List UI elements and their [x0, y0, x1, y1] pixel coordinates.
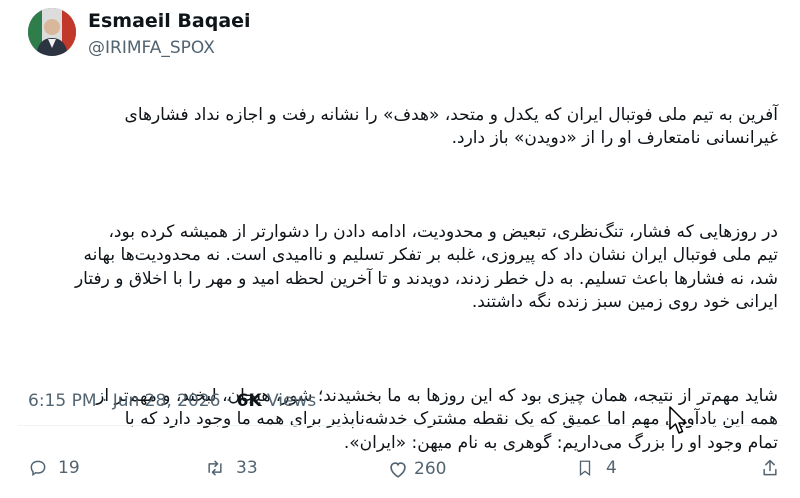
author-handle[interactable]: @IRIMFA_SPOX	[88, 38, 215, 58]
meta-separator: ·	[225, 391, 237, 411]
retweet-button[interactable]: 33	[204, 458, 258, 478]
reply-count: 19	[58, 458, 80, 478]
bookmark-count: 4	[606, 458, 617, 478]
share-button[interactable]	[760, 458, 780, 478]
retweet-count: 33	[236, 458, 258, 478]
tweet-meta: 6:15 PM · Jun 28, 2026 · 6K Views	[28, 391, 316, 411]
like-button[interactable]: 260	[386, 458, 446, 480]
tweet-time[interactable]: 6:15 PM	[28, 391, 97, 411]
views-count: 6K	[236, 391, 262, 411]
tweet-date[interactable]: Jun 28, 2026	[113, 391, 221, 411]
bookmark-button[interactable]: 4	[576, 458, 617, 478]
like-icon	[386, 458, 410, 480]
author-name[interactable]: Esmaeil Baqaei	[88, 10, 251, 32]
reply-icon	[28, 458, 48, 478]
retweet-icon	[204, 458, 226, 478]
like-count: 260	[414, 459, 447, 479]
cursor-icon	[668, 405, 688, 441]
bookmark-icon	[576, 458, 594, 478]
views-label: Views	[267, 391, 317, 411]
meta-separator: ·	[101, 391, 113, 411]
tweet-paragraph: آفرین به تیم ملی فوتبال ایران که یکدل و …	[124, 104, 778, 149]
reply-button[interactable]: 19	[28, 458, 80, 478]
share-icon	[760, 458, 780, 478]
avatar-image	[28, 8, 76, 56]
tweet-paragraph: در روزهایی که فشار، تنگ‌نظری، تبعیض و مح…	[74, 221, 778, 313]
tweet-text: آفرین به تیم ملی فوتبال ایران که یکدل و …	[20, 80, 778, 479]
avatar[interactable]	[28, 8, 76, 56]
